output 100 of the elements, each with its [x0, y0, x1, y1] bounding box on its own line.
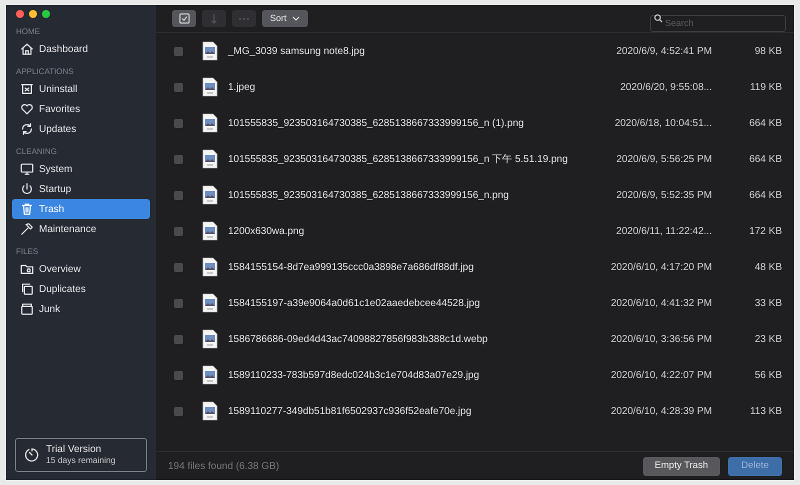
trial-version-box[interactable]: Trial Version 15 days remaining — [15, 438, 147, 472]
file-date: 2020/6/10, 4:22:07 PM — [610, 368, 712, 382]
file-size: 48 KB — [754, 260, 782, 274]
sidebar-item[interactable]: Updates — [12, 119, 150, 139]
file-name: 1.jpeg — [228, 80, 256, 94]
row-checkbox[interactable] — [174, 334, 183, 344]
file-size: 56 KB — [754, 368, 782, 382]
file-row[interactable]: 101555835_923503164730385_6285138667333999156_n (1).png 2020/6/18, 10:04:51... 664 KB — [156, 105, 794, 141]
file-row[interactable]: 1589110233-783b597d8edc024b3c1e704d83a07e29.jpg 2020/6/10, 4:22:07 PM 56 KB — [156, 357, 794, 393]
file-row[interactable]: 1584155154-8d7ea999135ccc0a3898e7a686df88df.jpg 2020/6/10, 4:17:20 PM 48 KB — [156, 249, 794, 285]
image-file-icon — [202, 185, 218, 205]
arrow-down-icon — [210, 13, 218, 24]
image-file-icon — [202, 149, 218, 169]
file-size: 119 KB — [748, 80, 782, 94]
file-date: 2020/6/9, 5:56:25 PM — [615, 152, 712, 166]
file-name: 1584155154-8d7ea999135ccc0a3898e7a686df88df.jpg — [228, 260, 475, 274]
file-name: 1589110277-349db51b81f6502937c936f52eafe70e.jpg — [228, 404, 472, 418]
file-name: 1589110233-783b597d8edc024b3c1e704d83a07e29.jpg — [228, 368, 480, 382]
file-row[interactable]: 1584155197-a39e9064a0d61c1e02aaedebcee44528.jpg 2020/6/10, 4:41:32 PM 33 KB — [156, 285, 794, 321]
row-checkbox[interactable] — [174, 262, 183, 272]
file-size: 664 KB — [748, 152, 782, 166]
file-row[interactable]: 1200x630wa.png 2020/6/11, 11:22:42... 172 KB — [156, 213, 794, 249]
file-date: 2020/6/10, 3:36:56 PM — [610, 332, 712, 346]
checkbox-icon — [178, 13, 190, 24]
search-field[interactable]: Search — [650, 14, 786, 32]
section-heading: HOME — [15, 26, 41, 38]
sidebar-item[interactable]: Favorites — [12, 99, 150, 119]
file-date: 2020/6/18, 10:04:51... — [614, 116, 712, 130]
files-found-summary: 194 files found (6.38 GB) — [168, 460, 280, 474]
sidebar-item[interactable]: System — [12, 159, 150, 179]
file-row[interactable]: 101555835_923503164730385_6285138667333999156_n.png 2020/6/9, 5:52:35 PM 664 KB — [156, 177, 794, 213]
file-date: 2020/6/9, 5:52:35 PM — [615, 188, 712, 202]
file-row[interactable]: _MG_3039 samsung note8.jpg 2020/6/9, 4:52:41 PM 98 KB — [156, 33, 794, 69]
file-size: 664 KB — [748, 116, 782, 130]
image-file-icon — [202, 41, 218, 61]
toolbar-button[interactable] — [172, 10, 196, 27]
sidebar-item[interactable]: Junk — [12, 299, 150, 319]
file-row[interactable]: 1.jpeg 2020/6/20, 9:55:08... 119 KB — [156, 69, 794, 105]
trial-title: Trial Version — [46, 444, 102, 455]
copy-icon — [20, 282, 34, 296]
file-name: 1584155197-a39e9064a0d61c1e02aaedebcee44528.jpg — [228, 296, 481, 310]
file-name: _MG_3039 samsung note8.jpg — [228, 44, 366, 58]
row-checkbox[interactable] — [174, 46, 183, 56]
sidebar-item[interactable]: Trash — [12, 199, 150, 219]
sidebar-item[interactable]: Dashboard — [12, 39, 150, 59]
power-icon — [20, 182, 34, 196]
folder-icon — [20, 262, 34, 276]
file-name: 101555835_923503164730385_6285138667333999156_n 下午 5.51.19.png — [228, 152, 569, 166]
image-file-icon — [202, 77, 218, 97]
file-name: 1200x630wa.png — [228, 224, 306, 238]
file-date: 2020/6/10, 4:41:32 PM — [610, 296, 712, 310]
heart-icon — [20, 102, 34, 116]
file-date: 2020/6/11, 11:22:42... — [615, 224, 712, 238]
row-checkbox[interactable] — [174, 190, 183, 200]
ellipsis-icon — [238, 16, 250, 20]
row-checkbox[interactable] — [174, 154, 183, 164]
image-file-icon — [202, 401, 218, 421]
image-file-icon — [202, 257, 218, 277]
trial-days-remaining: 15 days remaining — [46, 455, 116, 466]
row-checkbox[interactable] — [174, 226, 183, 236]
file-size: 98 KB — [754, 44, 782, 58]
file-size: 664 KB — [748, 188, 782, 202]
file-size: 172 KB — [748, 224, 782, 238]
sidebar-item[interactable]: Uninstall — [12, 79, 150, 99]
sidebar-item[interactable]: Maintenance — [12, 219, 150, 239]
empty-trash-button[interactable]: Empty Trash — [642, 456, 720, 476]
row-checkbox[interactable] — [174, 406, 183, 416]
file-size: 113 KB — [748, 404, 782, 418]
file-row[interactable]: 1589110277-349db51b81f6502937c936f52eafe70e.jpg 2020/6/10, 4:28:39 PM 113 KB — [156, 393, 794, 429]
section-heading: FILES — [15, 246, 40, 258]
row-checkbox[interactable] — [174, 82, 183, 92]
image-file-icon — [202, 293, 218, 313]
file-row[interactable]: 101555835_923503164730385_6285138667333999156_n 下午 5.51.19.png 2020/6/9, 5:56:25 PM 664 KB — [156, 141, 794, 177]
box-icon — [20, 302, 34, 316]
timer-icon — [24, 447, 40, 463]
file-name: 101555835_923503164730385_6285138667333999156_n (1).png — [228, 116, 525, 130]
image-file-icon — [202, 365, 218, 385]
file-row[interactable]: 1586786686-09ed4d43ac74098827856f983b388c1d.webp 2020/6/10, 3:36:56 PM 23 KB — [156, 321, 794, 357]
image-file-icon — [202, 221, 218, 241]
file-size: 33 KB — [754, 296, 782, 310]
sort-button[interactable]: Sort — [262, 10, 308, 27]
file-date: 2020/6/10, 4:17:20 PM — [610, 260, 712, 274]
row-checkbox[interactable] — [174, 298, 183, 308]
trash-icon — [20, 202, 34, 216]
hammer-icon — [20, 222, 34, 236]
chevron-down-icon — [292, 16, 300, 21]
row-checkbox[interactable] — [174, 370, 183, 380]
sidebar-item[interactable]: Startup — [12, 179, 150, 199]
file-date: 2020/6/9, 4:52:41 PM — [615, 44, 712, 58]
section-heading: APPLICATIONS — [15, 66, 75, 78]
tray-icon — [20, 82, 34, 96]
file-date: 2020/6/10, 4:28:39 PM — [610, 404, 712, 418]
file-date: 2020/6/20, 9:55:08... — [619, 80, 712, 94]
row-checkbox[interactable] — [174, 118, 183, 128]
sidebar-item[interactable]: Duplicates — [12, 279, 150, 299]
section-heading: CLEANING — [15, 146, 58, 158]
sidebar-item[interactable]: Overview — [12, 259, 150, 279]
search-icon — [654, 14, 663, 23]
file-size: 23 KB — [754, 332, 782, 346]
refresh-icon — [20, 122, 34, 136]
